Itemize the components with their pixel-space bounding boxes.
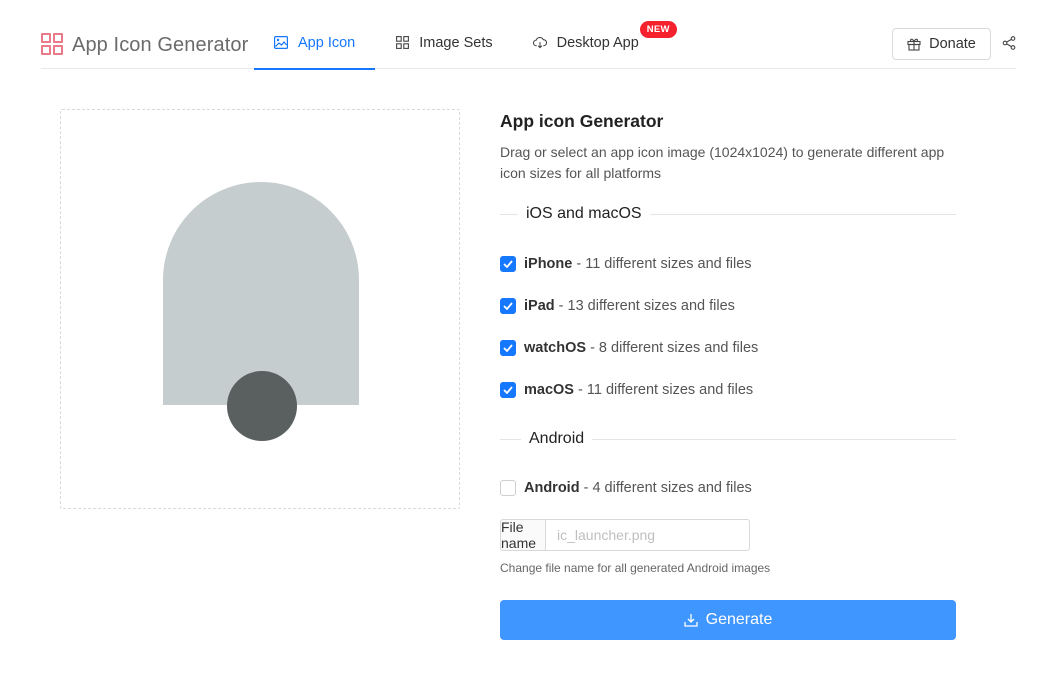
download-icon [683, 614, 698, 627]
option-detail: - 4 different sizes and files [579, 480, 752, 496]
generate-label: Generate [705, 611, 773, 628]
tab-app-icon[interactable]: App Icon [254, 0, 376, 70]
option-name: Android [524, 480, 580, 496]
tab-desktop-app[interactable]: Desktop App NEW [513, 0, 677, 69]
tab-image-sets[interactable]: Image Sets [375, 0, 512, 69]
option-detail: - 11 different sizes and files [573, 382, 754, 398]
donate-label: Donate [929, 36, 976, 52]
checkbox-checked-icon[interactable] [500, 382, 516, 398]
option-iphone[interactable]: iPhone - 11 different sizes and files [500, 254, 956, 274]
image-dropzone[interactable] [60, 109, 460, 509]
placeholder-icon-preview [163, 182, 359, 441]
file-name-input[interactable] [545, 519, 750, 551]
app-logo[interactable]: App Icon Generator [41, 33, 248, 57]
option-macos[interactable]: macOS - 11 different sizes and files [500, 380, 956, 400]
file-name-group: File name [500, 519, 750, 551]
share-icon[interactable] [1002, 36, 1016, 50]
tab-label: Image Sets [419, 34, 493, 51]
ios-section-divider: iOS and macOS [500, 202, 956, 226]
cloud-download-icon [532, 36, 547, 50]
option-detail: - 11 different sizes and files [572, 256, 752, 272]
file-name-hint: Change file name for all generated Andro… [500, 561, 771, 575]
panel-description: Drag or select an app icon image (1024x1… [500, 144, 945, 181]
option-name: macOS [524, 382, 574, 398]
app-title: App Icon Generator [72, 33, 249, 56]
checkbox-checked-icon[interactable] [500, 340, 516, 356]
gift-icon [907, 38, 921, 51]
top-navbar: App Icon Generator App Icon Image Sets D… [41, 0, 1016, 70]
checkbox-checked-icon[interactable] [500, 256, 516, 272]
option-name: iPad [524, 298, 555, 314]
option-ipad[interactable]: iPad - 13 different sizes and files [500, 296, 956, 316]
option-detail: - 13 different sizes and files [554, 298, 735, 314]
checkbox-checked-icon[interactable] [500, 298, 516, 314]
checkbox-unchecked-icon[interactable] [500, 480, 516, 496]
android-section-label: Android [529, 430, 585, 447]
options-panel: App icon Generator Drag or select an app… [500, 109, 956, 640]
option-detail: - 8 different sizes and files [586, 340, 759, 356]
file-name-label: File name [500, 519, 545, 551]
ios-section-label: iOS and macOS [526, 205, 642, 222]
option-watchos[interactable]: watchOS - 8 different sizes and files [500, 338, 956, 358]
logo-grid-icon [41, 33, 65, 57]
android-section-divider: Android [500, 427, 956, 451]
donate-button[interactable]: Donate [892, 28, 991, 60]
main-nav: App Icon Image Sets Desktop App NEW [254, 0, 677, 70]
tab-label: App Icon [298, 34, 356, 51]
option-name: watchOS [524, 340, 587, 356]
tab-label: Desktop App [556, 34, 639, 51]
option-android[interactable]: Android - 4 different sizes and files [500, 478, 956, 498]
panel-title: App icon Generator [500, 111, 664, 131]
generate-button[interactable]: Generate [500, 600, 956, 640]
option-name: iPhone [524, 256, 573, 272]
new-badge: NEW [639, 21, 677, 38]
grid-icon [395, 36, 409, 50]
image-icon [274, 36, 288, 50]
placeholder-circle [227, 371, 297, 441]
